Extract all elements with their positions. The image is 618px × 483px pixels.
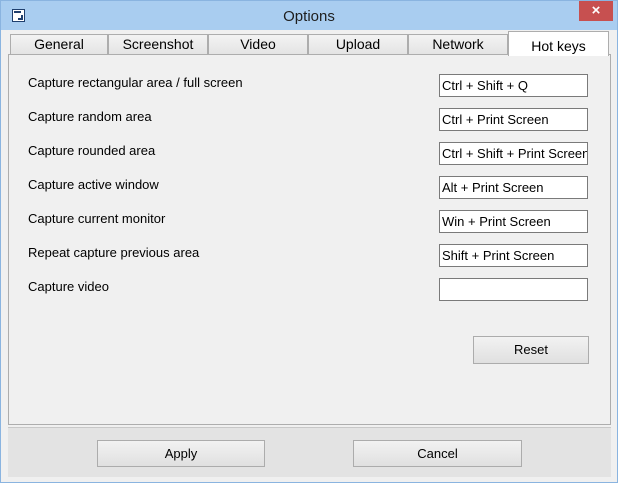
- tab-video[interactable]: Video: [208, 34, 308, 54]
- dialog-client-area: General Screenshot Video Upload Network …: [8, 30, 611, 477]
- hotkey-label-active-window: Capture active window: [28, 177, 159, 192]
- hotkey-field-random-area[interactable]: Ctrl + Print Screen: [439, 108, 588, 131]
- close-icon: ×: [591, 2, 601, 19]
- hotkey-label-rectangular: Capture rectangular area / full screen: [28, 75, 243, 90]
- hotkey-field-capture-video[interactable]: [439, 278, 588, 301]
- tab-network[interactable]: Network: [408, 34, 508, 54]
- reset-button[interactable]: Reset: [473, 336, 589, 364]
- hot-keys-panel: Capture rectangular area / full screen C…: [8, 54, 611, 425]
- close-button[interactable]: ×: [579, 1, 613, 21]
- cancel-button[interactable]: Cancel: [353, 440, 522, 467]
- hotkey-field-rectangular[interactable]: Ctrl + Shift + Q: [439, 74, 588, 97]
- hotkey-field-repeat-capture[interactable]: Shift + Print Screen: [439, 244, 588, 267]
- hotkey-label-random-area: Capture random area: [28, 109, 152, 124]
- window-title: Options: [283, 8, 335, 25]
- options-window: Options × General Screenshot Video Uploa…: [0, 0, 618, 483]
- tab-upload[interactable]: Upload: [308, 34, 408, 54]
- hotkey-label-rounded-area: Capture rounded area: [28, 143, 156, 158]
- tab-screenshot[interactable]: Screenshot: [108, 34, 208, 54]
- hotkey-field-active-window[interactable]: Alt + Print Screen: [439, 176, 588, 199]
- hotkey-label-current-monitor: Capture current monitor: [28, 211, 166, 226]
- hotkey-label-capture-video: Capture video: [28, 279, 109, 294]
- title-bar[interactable]: Options ×: [1, 1, 617, 30]
- hotkey-label-repeat-capture: Repeat capture previous area: [28, 245, 200, 260]
- hotkey-field-rounded-area[interactable]: Ctrl + Shift + Print Screen: [439, 142, 588, 165]
- hotkey-field-current-monitor[interactable]: Win + Print Screen: [439, 210, 588, 233]
- dialog-footer: Apply Cancel: [8, 427, 611, 477]
- tab-hot-keys[interactable]: Hot keys: [508, 31, 609, 56]
- tab-strip: General Screenshot Video Upload Network …: [8, 30, 611, 56]
- tab-general[interactable]: General: [10, 34, 108, 54]
- apply-button[interactable]: Apply: [97, 440, 265, 467]
